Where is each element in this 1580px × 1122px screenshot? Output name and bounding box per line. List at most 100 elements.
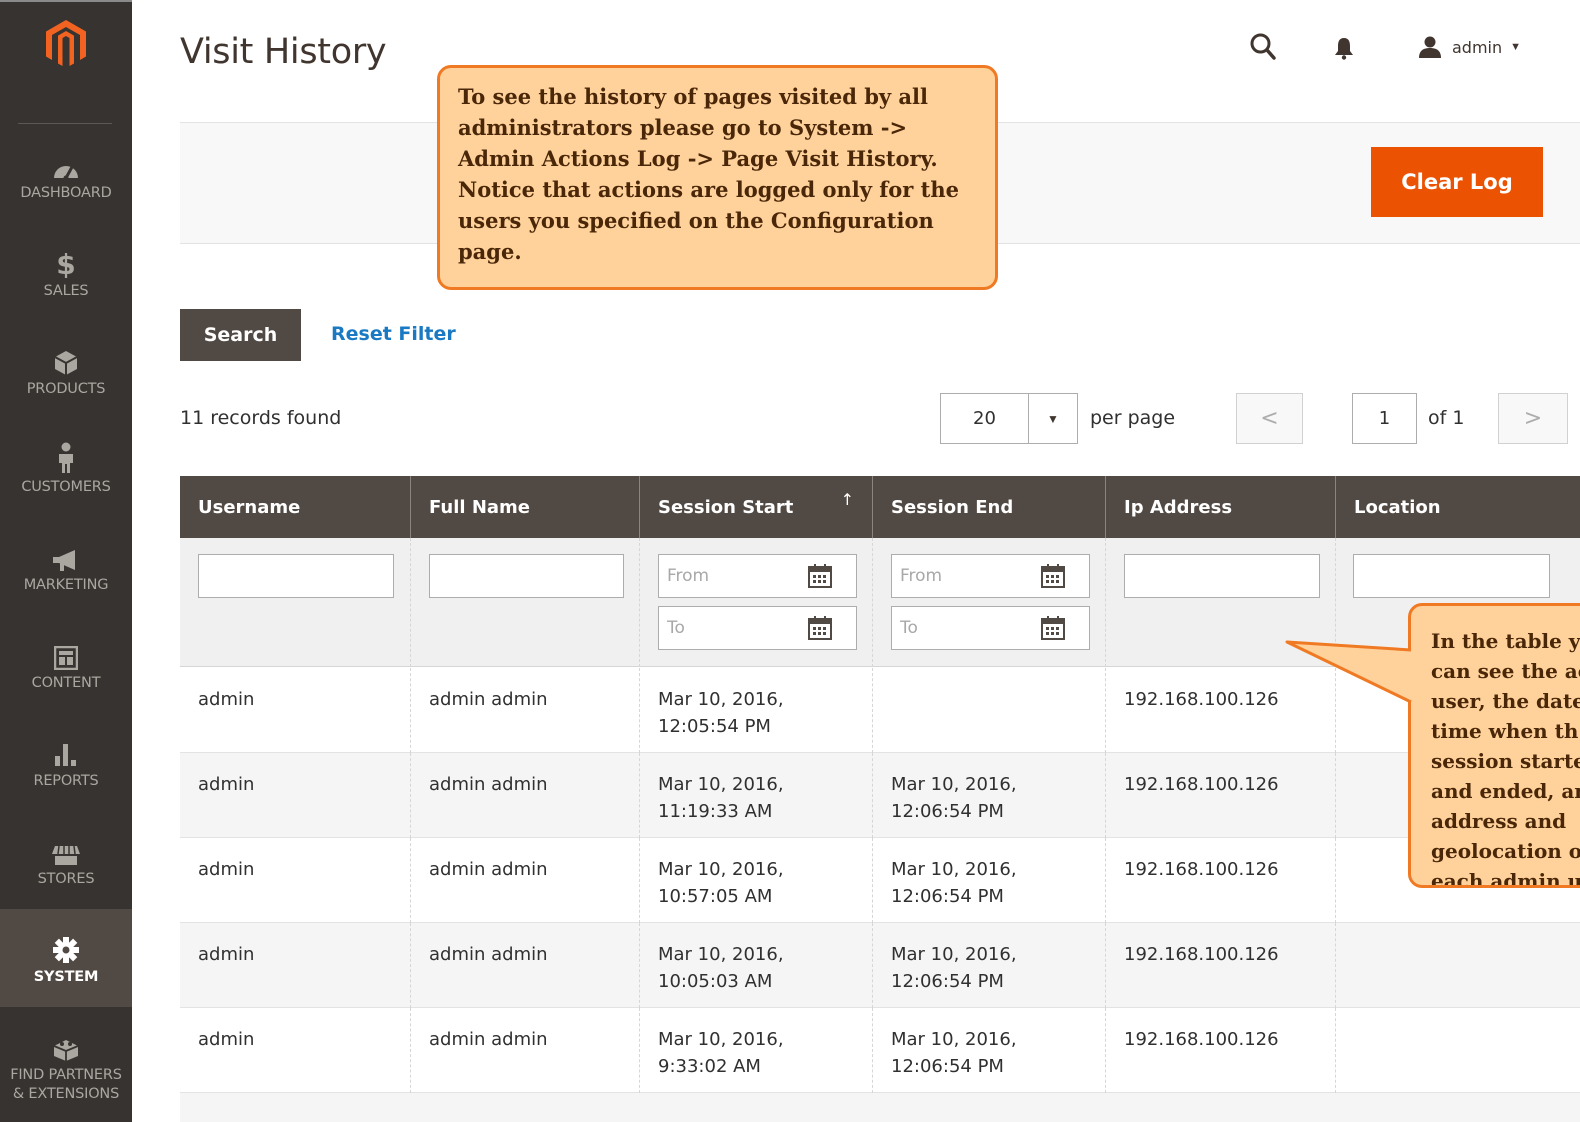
- cell-session-end: Mar 10, 2016, 12:06:54 PM: [872, 838, 1105, 923]
- username-filter-input[interactable]: [198, 554, 394, 598]
- callout-line: and ended, an: [1431, 779, 1580, 803]
- sidebar-item-sales[interactable]: $ SALES: [0, 240, 132, 338]
- cell-location: [1335, 1008, 1580, 1093]
- callout-line: address and: [1431, 809, 1567, 833]
- clear-log-button[interactable]: Clear Log: [1371, 147, 1543, 217]
- sidebar-item-label: MARKETING: [23, 577, 109, 593]
- cell-username: admin: [198, 859, 255, 880]
- cell-session-start: Mar 10, 2016, 9:33:02 AM: [639, 1008, 872, 1093]
- cell-full-name: admin admin: [410, 753, 639, 838]
- column-header-full-name[interactable]: Full Name: [410, 476, 639, 538]
- sidebar-item-system[interactable]: SYSTEM: [0, 909, 132, 1007]
- calendar-icon[interactable]: [808, 616, 832, 640]
- calendar-icon[interactable]: [808, 564, 832, 588]
- table-row[interactable]: admin admin admin Mar 10, 2016, 9:33:02 A…: [180, 1008, 1580, 1093]
- calendar-icon[interactable]: [1041, 564, 1065, 588]
- search-button[interactable]: Search: [180, 309, 301, 361]
- sidebar-item-dashboard[interactable]: DASHBOARD: [0, 142, 132, 240]
- sidebar-item-customers[interactable]: CUSTOMERS: [0, 436, 132, 534]
- table-row[interactable]: admin admin admin Mar 10, 2016, 11:19:33 …: [180, 753, 1580, 838]
- dollar-icon: $: [55, 240, 77, 278]
- sidebar-item-reports[interactable]: REPORTS: [0, 730, 132, 828]
- column-header-username[interactable]: Username: [180, 476, 410, 538]
- column-label: Location: [1354, 496, 1441, 518]
- per-page-value: 20: [941, 394, 1029, 443]
- callout-tail: [1285, 640, 1412, 704]
- sidebar-item-content[interactable]: CONTENT: [0, 632, 132, 730]
- current-page-input[interactable]: [1352, 393, 1417, 444]
- callout-line: geolocation o: [1431, 839, 1580, 863]
- tooltip-callout-top: To see the history of pages visited by a…: [437, 65, 998, 290]
- ip-address-filter-input[interactable]: [1124, 554, 1320, 598]
- session-start-date: Mar 10, 2016,: [658, 859, 784, 880]
- column-header-location[interactable]: Location: [1335, 476, 1580, 538]
- cell-ip-address: 192.168.100.126: [1105, 923, 1335, 1008]
- admin-user-menu[interactable]: admin ▼: [1418, 33, 1521, 61]
- cell-location: [1335, 923, 1580, 1008]
- gear-icon: [52, 926, 80, 964]
- magento-logo[interactable]: [0, 20, 132, 90]
- session-start-date: Mar 10, 2016,: [658, 1029, 784, 1050]
- filter-cell: [872, 538, 1105, 667]
- reset-filter-link[interactable]: Reset Filter: [331, 323, 456, 345]
- sidebar-item-label: SYSTEM: [33, 969, 99, 985]
- cell-full-name: admin admin: [410, 838, 639, 923]
- admin-username: admin: [1452, 37, 1503, 57]
- session-start-time: 10:57:05 AM: [658, 886, 773, 907]
- sidebar-item-label: CONTENT: [31, 675, 101, 691]
- per-page-select[interactable]: 20 ▼: [940, 393, 1078, 444]
- next-page-button[interactable]: >: [1498, 393, 1568, 444]
- global-search-icon[interactable]: [1250, 33, 1276, 61]
- cell-full-name: admin admin: [410, 1008, 639, 1093]
- column-label: Session End: [891, 496, 1014, 518]
- notifications-bell-icon[interactable]: [1334, 36, 1354, 60]
- column-header-session-end[interactable]: Session End: [872, 476, 1105, 538]
- session-start-date: Mar 10, 2016,: [658, 944, 784, 965]
- box-icon: [54, 338, 78, 376]
- blocks-icon: [52, 1024, 80, 1062]
- table-row[interactable]: admin admin admin Mar 10, 2016, 10:57:05 …: [180, 838, 1580, 923]
- sidebar-item-find-partners[interactable]: FIND PARTNERS & EXTENSIONS: [0, 1024, 132, 1122]
- sidebar-item-products[interactable]: PRODUCTS: [0, 338, 132, 436]
- column-label: Username: [198, 496, 301, 518]
- session-start-time: 12:05:54 PM: [658, 716, 771, 737]
- magento-logo-icon: [46, 20, 86, 66]
- calendar-icon[interactable]: [1041, 616, 1065, 640]
- layout-icon: [54, 632, 78, 670]
- table-row[interactable]: admin admin admin Mar 10, 2016, 10:05:03 …: [180, 923, 1580, 1008]
- cell-username: admin: [198, 774, 255, 795]
- sidebar-item-label: CUSTOMERS: [21, 479, 111, 495]
- dropdown-arrow-icon: ▼: [1047, 411, 1059, 426]
- cell-session-start: Mar 10, 2016, 10:57:05 AM: [639, 838, 872, 923]
- page-title: Visit History: [180, 32, 387, 72]
- table-row[interactable]: [180, 1093, 1580, 1122]
- column-header-ip-address[interactable]: Ip Address: [1105, 476, 1335, 538]
- filter-cell: [180, 538, 410, 667]
- sidebar-item-marketing[interactable]: MARKETING: [0, 534, 132, 632]
- cell-session-end: Mar 10, 2016, 12:06:54 PM: [872, 753, 1105, 838]
- sort-ascending-icon: ↑: [840, 490, 854, 509]
- admin-sidebar: DASHBOARD $ SALES PRODUCTS CUSTOMERS MAR…: [0, 0, 132, 1122]
- cell-session-start: Mar 10, 2016, 10:05:03 AM: [639, 923, 872, 1008]
- callout-line: each admin u: [1431, 869, 1580, 888]
- session-start-date: Mar 10, 2016,: [658, 774, 784, 795]
- session-end-time: 12:06:54 PM: [891, 801, 1004, 822]
- sidebar-item-label: STORES: [37, 871, 95, 887]
- cell-session-start: Mar 10, 2016, 12:05:54 PM: [639, 668, 872, 753]
- filter-cell: [639, 538, 872, 667]
- location-filter-input[interactable]: [1353, 554, 1550, 598]
- sidebar-item-label: SALES: [43, 283, 89, 299]
- column-header-session-start[interactable]: Session Start ↑: [639, 476, 872, 538]
- callout-line: session starte: [1431, 749, 1580, 773]
- sidebar-item-label: REPORTS: [33, 773, 99, 789]
- session-end-date: Mar 10, 2016,: [891, 944, 1017, 965]
- full-name-filter-input[interactable]: [429, 554, 624, 598]
- cell-session-start: Mar 10, 2016, 11:19:33 AM: [639, 753, 872, 838]
- sidebar-divider: [18, 123, 112, 124]
- cell-username: admin: [198, 944, 255, 965]
- total-pages-label: of 1: [1428, 407, 1465, 429]
- previous-page-button[interactable]: <: [1236, 393, 1303, 444]
- cell-ip-address: 192.168.100.126: [1105, 753, 1335, 838]
- cell-username: admin: [198, 1029, 255, 1050]
- column-label: Full Name: [429, 496, 530, 518]
